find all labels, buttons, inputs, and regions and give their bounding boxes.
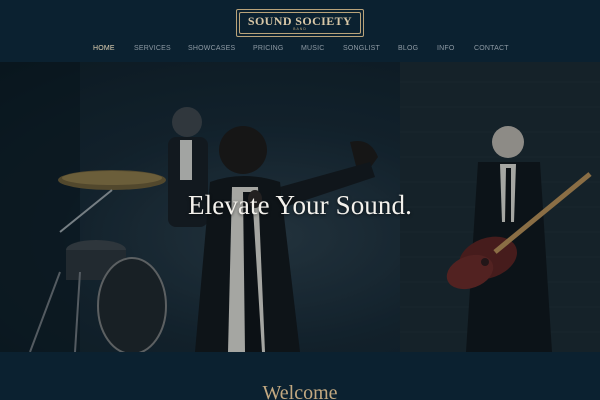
site-header: SOUND SOCIETY BAND HOME SERVICES SHOWCAS… <box>0 0 600 62</box>
logo-frame: SOUND SOCIETY BAND <box>239 12 361 34</box>
hero-banner: Elevate Your Sound. <box>0 62 600 352</box>
nav-item-songlist[interactable]: SONGLIST <box>343 45 380 52</box>
nav-item-contact[interactable]: CONTACT <box>474 45 509 52</box>
nav-item-showcases[interactable]: SHOWCASES <box>188 45 235 52</box>
nav-item-home[interactable]: HOME <box>93 45 115 52</box>
hero-title: Elevate Your Sound. <box>188 190 412 220</box>
site-logo[interactable]: SOUND SOCIETY BAND <box>236 9 364 37</box>
nav-item-services[interactable]: SERVICES <box>134 45 171 52</box>
nav-item-music[interactable]: MUSIC <box>301 45 325 52</box>
welcome-title: Welcome <box>262 382 338 400</box>
page: SOUND SOCIETY BAND HOME SERVICES SHOWCAS… <box>0 0 600 400</box>
welcome-section: Welcome <box>0 352 600 400</box>
logo-subtext: BAND <box>293 27 307 32</box>
nav-item-blog[interactable]: BLOG <box>398 45 418 52</box>
logo-text: SOUND SOCIETY <box>247 14 353 29</box>
nav-item-info[interactable]: INFO <box>437 45 455 52</box>
nav-item-pricing[interactable]: PRICING <box>253 45 284 52</box>
main-nav: HOME SERVICES SHOWCASES PRICING MUSIC SO… <box>0 45 600 57</box>
